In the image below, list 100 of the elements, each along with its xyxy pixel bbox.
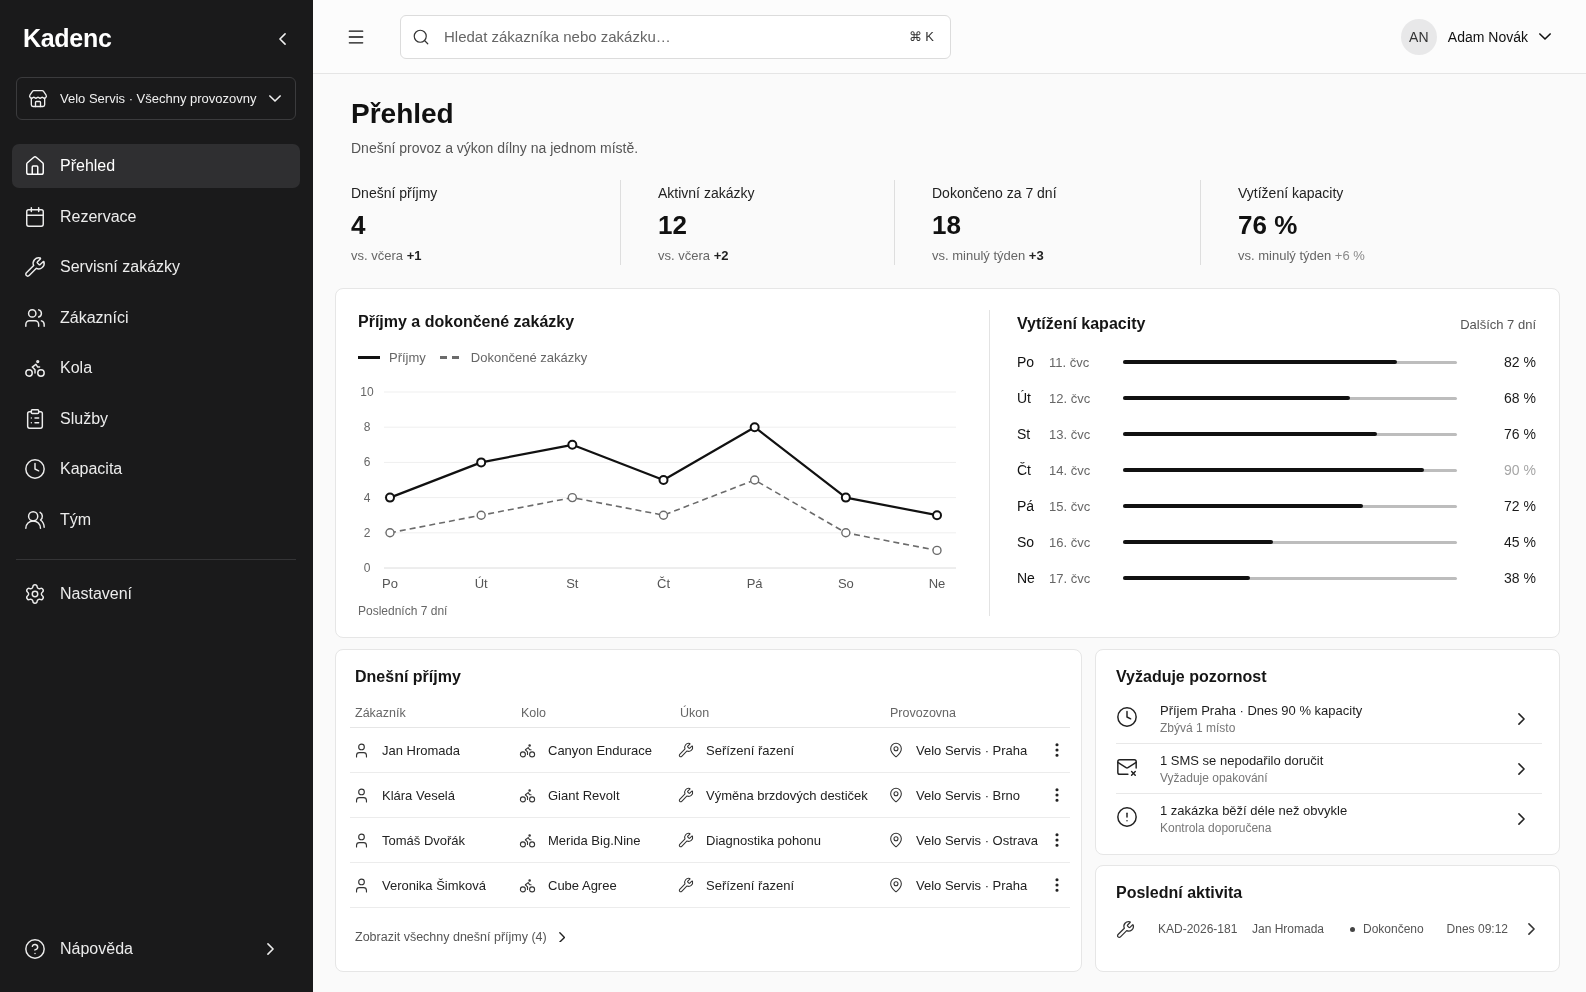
day-label: Ne [1017,570,1036,586]
nav-item[interactable]: Servisní zakázky [12,245,300,289]
order-code: KAD-2026-181 [1158,922,1239,936]
nav-item[interactable]: Zákazníci [12,295,300,340]
chevron-right-icon [558,931,566,943]
chevron-down-icon [1539,33,1551,40]
user-icon [353,786,370,804]
table-cell: Klára Veselá [382,787,455,803]
kpi-value: 4 [351,210,367,240]
chevron-right-icon [267,943,274,955]
table-cell: Tomáš Dvořák [382,832,466,848]
data-point [932,545,942,556]
kpi-value: 76 % [1238,210,1299,240]
people-icon [24,508,46,531]
chart-caption: Posledních 7 dní [358,603,449,619]
help-item[interactable]: Nápověda [12,927,300,971]
user-menu[interactable]: AN Adam Novák [1400,18,1551,55]
wrench-icon [24,256,46,278]
card-title: Vytížení kapacity [1017,314,1146,334]
nav-item[interactable]: Tým [12,497,300,542]
settings-icon [24,582,46,605]
data-point [476,510,486,520]
data-point [567,492,578,503]
day-label: Po [1017,354,1036,370]
wrench-icon [678,787,694,803]
axis-label: So [837,576,854,591]
map-pin-icon [888,742,904,758]
nav-item[interactable]: Kapacita [12,447,300,491]
axis-label: Ne [928,576,946,591]
wrench-icon [678,742,694,758]
chevron-down-icon [268,95,281,102]
capacity-reading: 82 % [1504,354,1536,370]
bike-icon [519,786,536,804]
kpi-label: Dokončeno za 7 dní [932,184,1058,202]
axis-label: Pá [746,576,763,591]
data-point [749,475,760,485]
capacity-reading: 76 % [1504,426,1536,442]
legend-label: Příjmy [389,349,426,365]
keyboard-shortcut: ⌘ K [908,28,934,45]
alert-subtitle: Vyžaduje opakování [1160,769,1269,786]
table-cell: Giant Revolt [548,787,620,803]
date-label: 17. čvc [1049,570,1092,586]
day-label: St [1017,426,1032,442]
axis-label: 2 [363,525,371,540]
kpi-comparison: vs. včera +1 [351,248,423,264]
kpi-comparison: vs. minulý týden +3 [932,248,1045,264]
wrench-icon [1116,919,1135,939]
workspace-selector[interactable]: Velo Servis · Všechny provozovny [16,77,296,120]
status-label: Dokončeno [1363,922,1424,936]
axis-label: 4 [363,490,371,505]
house-icon [24,155,46,177]
app-logo: Kadenc [23,24,112,53]
range-label: Dalších 7 dní [1460,316,1536,332]
card-title: Vyžaduje pozornost [1116,667,1268,687]
kpi-value: 18 [932,210,962,240]
axis-label: Út [474,576,488,591]
column-header: Kolo [520,705,548,720]
data-point [385,492,395,503]
capacity-reading: 72 % [1504,498,1536,514]
card-title: Poslední aktivita [1116,883,1244,903]
wrench-icon [678,832,694,848]
table-cell: Veronika Šimková [382,877,487,893]
table-cell: Seřízení řazení [706,877,795,893]
users-icon [24,306,46,329]
customer-name: Jan Hromada [1252,922,1326,936]
nav-item[interactable]: Přehled [12,144,300,188]
alert-title: 1 zakázka běží déle než obvykle [1160,802,1349,819]
table-cell: Velo Servis · Ostrava [916,832,1039,848]
nav-item[interactable]: Nastavení [12,571,300,616]
axis-label: 6 [363,455,371,470]
chevron-right-icon[interactable] [1528,923,1535,935]
page-title: Přehled [351,97,455,131]
legend-label: Dokončené zakázky [470,349,588,365]
alert-subtitle: Zbývá 1 místo [1160,719,1237,736]
table-cell: Cube Agree [548,877,617,893]
capacity-reading: 68 % [1504,390,1536,406]
bike-icon [24,357,46,379]
nav-item[interactable]: Rezervace [12,194,300,239]
view-all-link[interactable]: Zobrazit všechny dnešní příjmy (4) [355,930,566,944]
table-cell: Velo Servis · Praha [916,742,1028,758]
card-title: Dnešní příjmy [354,667,462,687]
capacity-reading: 45 % [1504,534,1536,550]
column-header: Zákazník [354,705,407,720]
chevron-right-icon[interactable] [1518,762,1525,775]
capacity-reading: 90 % [1504,462,1536,478]
map-pin-icon [888,787,904,803]
table-cell: Diagnostika pohonu [706,832,821,848]
nav-item[interactable]: Služby [12,396,300,441]
nav-item[interactable]: Kola [12,346,300,390]
data-point [658,510,669,520]
date-label: 13. čvc [1049,426,1092,442]
table-cell: Velo Servis · Praha [916,877,1028,893]
day-label: Pá [1017,498,1036,514]
date-label: 14. čvc [1049,462,1092,478]
axis-label: Po [382,576,398,591]
date-label: 16. čvc [1049,534,1092,550]
chevron-right-icon[interactable] [1518,813,1525,825]
chevron-right-icon[interactable] [1518,712,1525,725]
table-cell: Canyon Endurace [548,742,653,758]
chevron-left-icon[interactable] [279,32,286,45]
